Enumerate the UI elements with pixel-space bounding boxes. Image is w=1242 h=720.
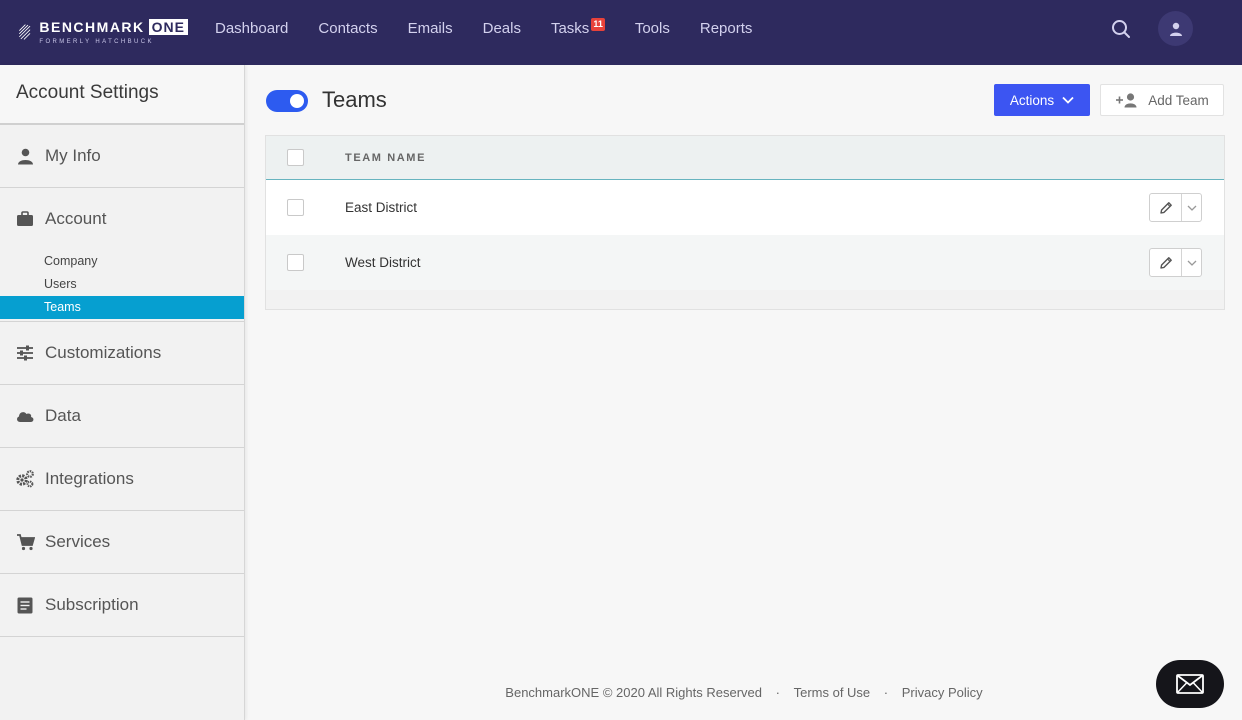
user-icon: [1169, 22, 1182, 36]
cart-icon: [15, 532, 35, 552]
briefcase-icon: [15, 209, 35, 229]
row-actions: [1149, 193, 1202, 222]
gears-icon: [15, 469, 35, 489]
main-content: Teams Actions Add Team TEAM NAME East Di…: [246, 65, 1242, 720]
chevron-down-icon: [1187, 205, 1196, 211]
message-button[interactable]: [1156, 660, 1224, 708]
main-nav: Dashboard Contacts Emails Deals Tasks 11…: [200, 0, 767, 57]
pencil-icon: [1159, 256, 1172, 269]
sidebar-item-subscription[interactable]: Subscription: [0, 574, 244, 636]
cloud-icon: [15, 406, 35, 426]
pencil-icon: [1159, 201, 1172, 214]
sidebar-subitem-users[interactable]: Users: [0, 273, 244, 296]
sidebar-subitem-company[interactable]: Company: [0, 250, 244, 273]
terms-of-use-link[interactable]: Terms of Use: [794, 685, 871, 700]
table-header: TEAM NAME: [266, 136, 1224, 180]
add-user-icon: [1115, 92, 1139, 108]
settings-sidebar: Account Settings My Info Account Company…: [0, 65, 245, 720]
search-icon[interactable]: [1110, 18, 1132, 40]
sidebar-item-my-info[interactable]: My Info: [0, 125, 244, 187]
row-checkbox[interactable]: [287, 199, 304, 216]
row-checkbox[interactable]: [287, 254, 304, 271]
edit-button[interactable]: [1150, 194, 1182, 221]
sidebar-item-integrations[interactable]: Integrations: [0, 448, 244, 510]
nav-tools[interactable]: Tools: [635, 20, 670, 37]
chevron-down-icon: [1187, 260, 1196, 266]
nav-tasks[interactable]: Tasks 11: [551, 18, 605, 37]
nav-deals[interactable]: Deals: [483, 20, 521, 37]
teams-table: TEAM NAME East District West District: [265, 135, 1225, 310]
footer-separator: ·: [883, 685, 889, 700]
team-name[interactable]: West District: [345, 255, 421, 270]
page-title: Teams: [322, 87, 387, 112]
footer-separator: ·: [775, 685, 780, 700]
sidebar-item-account[interactable]: Account: [0, 188, 244, 250]
logo-mark-icon: [19, 24, 31, 40]
sidebar-item-customizations[interactable]: Customizations: [0, 322, 244, 384]
row-actions: [1149, 248, 1202, 277]
benchmarkone-logo[interactable]: BENCHMARK ONE FORMERLY HATCHBUCK: [18, 10, 188, 54]
copyright-text: BenchmarkONE © 2020 All Rights Reserved: [505, 685, 762, 700]
sidebar-title: Account Settings: [0, 65, 244, 125]
table-row[interactable]: West District: [266, 235, 1224, 290]
nav-emails[interactable]: Emails: [408, 20, 453, 37]
row-menu-button[interactable]: [1182, 249, 1201, 276]
teams-toggle[interactable]: [266, 90, 308, 112]
row-menu-button[interactable]: [1182, 194, 1201, 221]
envelope-icon: [1176, 674, 1204, 694]
add-team-button[interactable]: Add Team: [1100, 84, 1224, 116]
nav-dashboard[interactable]: Dashboard: [215, 20, 288, 37]
brand-tagline: FORMERLY HATCHBUCK: [39, 39, 154, 45]
team-name[interactable]: East District: [345, 200, 417, 215]
sidebar-item-data[interactable]: Data: [0, 385, 244, 447]
column-header-team-name[interactable]: TEAM NAME: [345, 152, 426, 164]
toggle-knob: [290, 94, 304, 108]
chevron-down-icon: [1062, 96, 1074, 104]
sliders-icon: [15, 343, 35, 363]
nav-contacts[interactable]: Contacts: [318, 20, 377, 37]
actions-dropdown-button[interactable]: Actions: [994, 84, 1090, 116]
document-icon: [15, 595, 35, 615]
table-row[interactable]: East District: [266, 180, 1224, 235]
edit-button[interactable]: [1150, 249, 1182, 276]
brand-name: BENCHMARK: [39, 19, 145, 35]
tasks-count-badge: 11: [591, 18, 605, 31]
top-navbar: BENCHMARK ONE FORMERLY HATCHBUCK Dashboa…: [0, 0, 1242, 65]
select-all-checkbox[interactable]: [287, 149, 304, 166]
sidebar-subitem-teams[interactable]: Teams: [0, 296, 244, 319]
nav-reports[interactable]: Reports: [700, 20, 753, 37]
person-icon: [15, 146, 35, 166]
page-footer: BenchmarkONE © 2020 All Rights Reserved …: [246, 685, 1242, 700]
privacy-policy-link[interactable]: Privacy Policy: [902, 685, 983, 700]
user-avatar[interactable]: [1158, 11, 1193, 46]
brand-suffix: ONE: [148, 19, 188, 35]
sidebar-item-services[interactable]: Services: [0, 511, 244, 573]
